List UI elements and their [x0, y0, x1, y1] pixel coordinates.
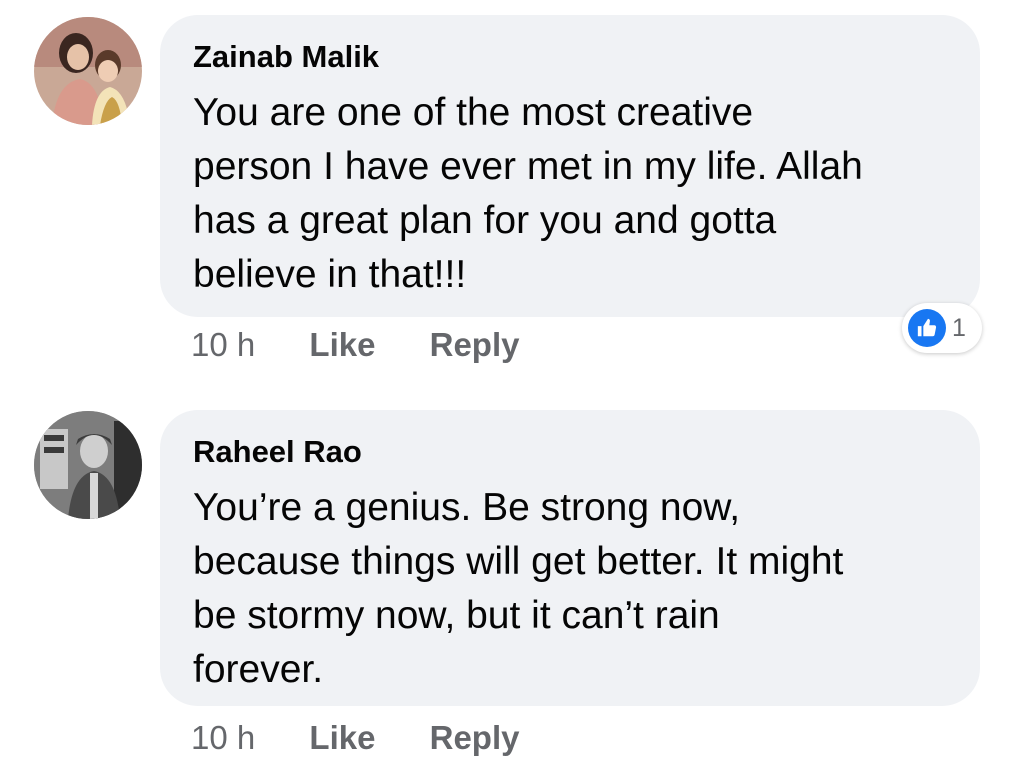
comment-timestamp[interactable]: 10 h	[191, 719, 255, 757]
comment-bubble: Zainab Malik You are one of the most cre…	[160, 15, 980, 317]
reply-button[interactable]: Reply	[430, 719, 520, 757]
avatar[interactable]	[34, 17, 142, 125]
comment-text: You’re a genius. Be strong now, because …	[193, 481, 950, 697]
reaction-count: 1	[952, 313, 966, 342]
comment-actions: 10 h Like Reply	[191, 719, 520, 757]
comment-text-line: has a great plan for you and gotta	[193, 199, 777, 242]
comment-author[interactable]: Zainab Malik	[193, 35, 950, 79]
comment-text-line: You’re a genius. Be strong now,	[193, 486, 741, 529]
comment-author[interactable]: Raheel Rao	[193, 430, 950, 474]
like-button[interactable]: Like	[309, 326, 375, 364]
comment-item: Raheel Rao You’re a genius. Be strong no…	[0, 395, 1024, 774]
comment-bubble: Raheel Rao You’re a genius. Be strong no…	[160, 410, 980, 706]
comment-text-line: because things will get better. It might	[193, 540, 844, 583]
thumbs-up-icon	[908, 309, 946, 347]
reply-button[interactable]: Reply	[430, 326, 520, 364]
reaction-summary[interactable]: 1	[902, 303, 982, 353]
avatar[interactable]	[34, 411, 142, 519]
comment-text-line: person I have ever met in my life. Allah	[193, 145, 863, 188]
profile-photo-icon	[34, 411, 142, 519]
comment-actions: 10 h Like Reply	[191, 326, 520, 364]
comment-text: You are one of the most creative person …	[193, 86, 950, 302]
comment-text-line: You are one of the most creative	[193, 91, 754, 134]
like-button[interactable]: Like	[309, 719, 375, 757]
comment-item: Zainab Malik You are one of the most cre…	[0, 0, 1024, 390]
comment-text-line: be stormy now, but it can’t rain	[193, 594, 720, 637]
comment-timestamp[interactable]: 10 h	[191, 326, 255, 364]
profile-photo-icon	[34, 17, 142, 125]
comment-text-line: believe in that!!!	[193, 253, 467, 296]
comment-text-line: forever.	[193, 648, 324, 691]
